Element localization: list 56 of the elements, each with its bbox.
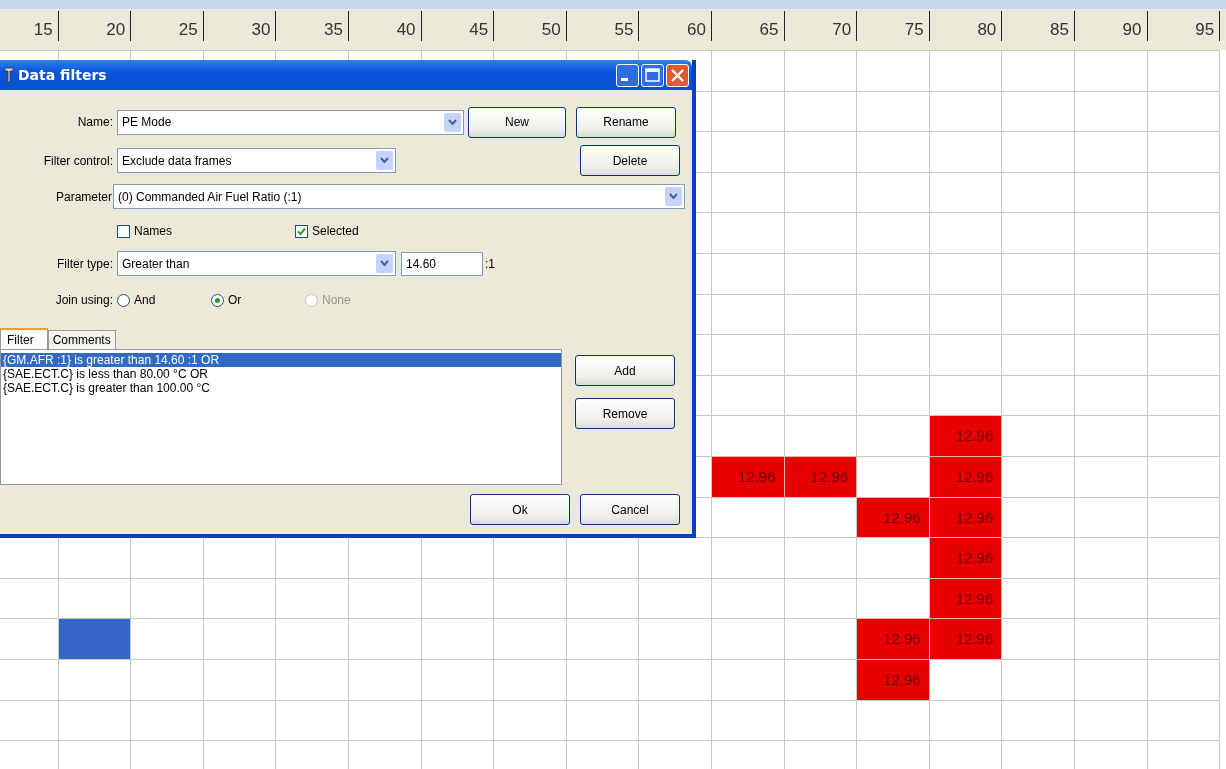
delete-button[interactable]: Delete (580, 145, 680, 176)
field-label: Join using: (54, 293, 114, 307)
field-label: Filter type: (56, 256, 114, 271)
window-title: Data filters (18, 67, 107, 83)
threshold-input[interactable]: 14.60 (401, 251, 483, 276)
column-header: 45 (421, 11, 495, 41)
add-button[interactable]: Add (575, 355, 675, 386)
column-header: 55 (566, 11, 640, 41)
filter-control-dropdown[interactable]: Exclude data frames (117, 148, 396, 173)
column-header: 25 (131, 11, 204, 41)
column-header: 75 (857, 11, 930, 41)
tab[interactable]: Filter (0, 328, 48, 349)
column-header: 85 (1002, 11, 1075, 41)
table-cell: 12.96 (784, 455, 858, 497)
table-cell: 12.96 (857, 618, 930, 659)
table-cell: 12.96 (929, 537, 1003, 578)
filter-type-dropdown[interactable]: Greater than (117, 251, 396, 276)
table-cell: 12.96 (711, 455, 785, 497)
checkbox[interactable]: Names (117, 224, 172, 238)
column-header: 30 (203, 11, 277, 41)
field-label: Filter control: (42, 153, 114, 168)
list-item[interactable]: {SAE.ECT.C} is less than 80.00 °C OR (1, 367, 561, 381)
column-header: 20 (58, 11, 132, 41)
column-header: 35 (276, 11, 349, 41)
table-cell: 12.96 (929, 618, 1003, 659)
name-dropdown[interactable]: PE Mode (117, 109, 464, 135)
column-header: 60 (639, 11, 712, 41)
field-label: Parameter (54, 189, 113, 204)
table-cell: 12.96 (857, 658, 930, 700)
list-item[interactable]: {SAE.ECT.C} is greater than 100.00 °C (1, 381, 561, 395)
column-header: 95 (1147, 11, 1221, 41)
radio-button[interactable]: Or (211, 293, 305, 307)
column-header: 50 (494, 11, 567, 41)
checkbox[interactable]: Selected (295, 224, 359, 238)
table-cell: 12.96 (929, 415, 1003, 456)
field-label: Name: (76, 115, 114, 129)
column-header: 90 (1074, 11, 1148, 41)
cancel-button[interactable]: Cancel (580, 494, 680, 525)
tab[interactable]: Comments (47, 330, 116, 349)
parameter-dropdown[interactable]: (0) Commanded Air Fuel Ratio (:1) (113, 184, 685, 209)
ok-button[interactable]: Ok (470, 494, 570, 525)
table-cell: 12.96 (857, 496, 930, 538)
new-button[interactable]: New (468, 106, 566, 138)
table-cell: 12.96 (929, 577, 1003, 619)
remove-button[interactable]: Remove (575, 398, 675, 429)
column-header: 80 (929, 11, 1003, 41)
column-header: 15 (0, 11, 59, 41)
radio-button[interactable]: And (117, 293, 211, 307)
list-item[interactable]: {GM.AFR :1} is greater than 14.60 :1 OR (1, 353, 561, 367)
unit-label: :1 (485, 256, 495, 271)
table-cell: 12.96 (929, 496, 1003, 538)
column-header: 70 (784, 11, 858, 41)
column-header: 65 (711, 11, 785, 41)
table-cell: 12.96 (929, 455, 1003, 497)
column-header: 40 (348, 11, 422, 41)
rename-button[interactable]: Rename (576, 106, 676, 138)
